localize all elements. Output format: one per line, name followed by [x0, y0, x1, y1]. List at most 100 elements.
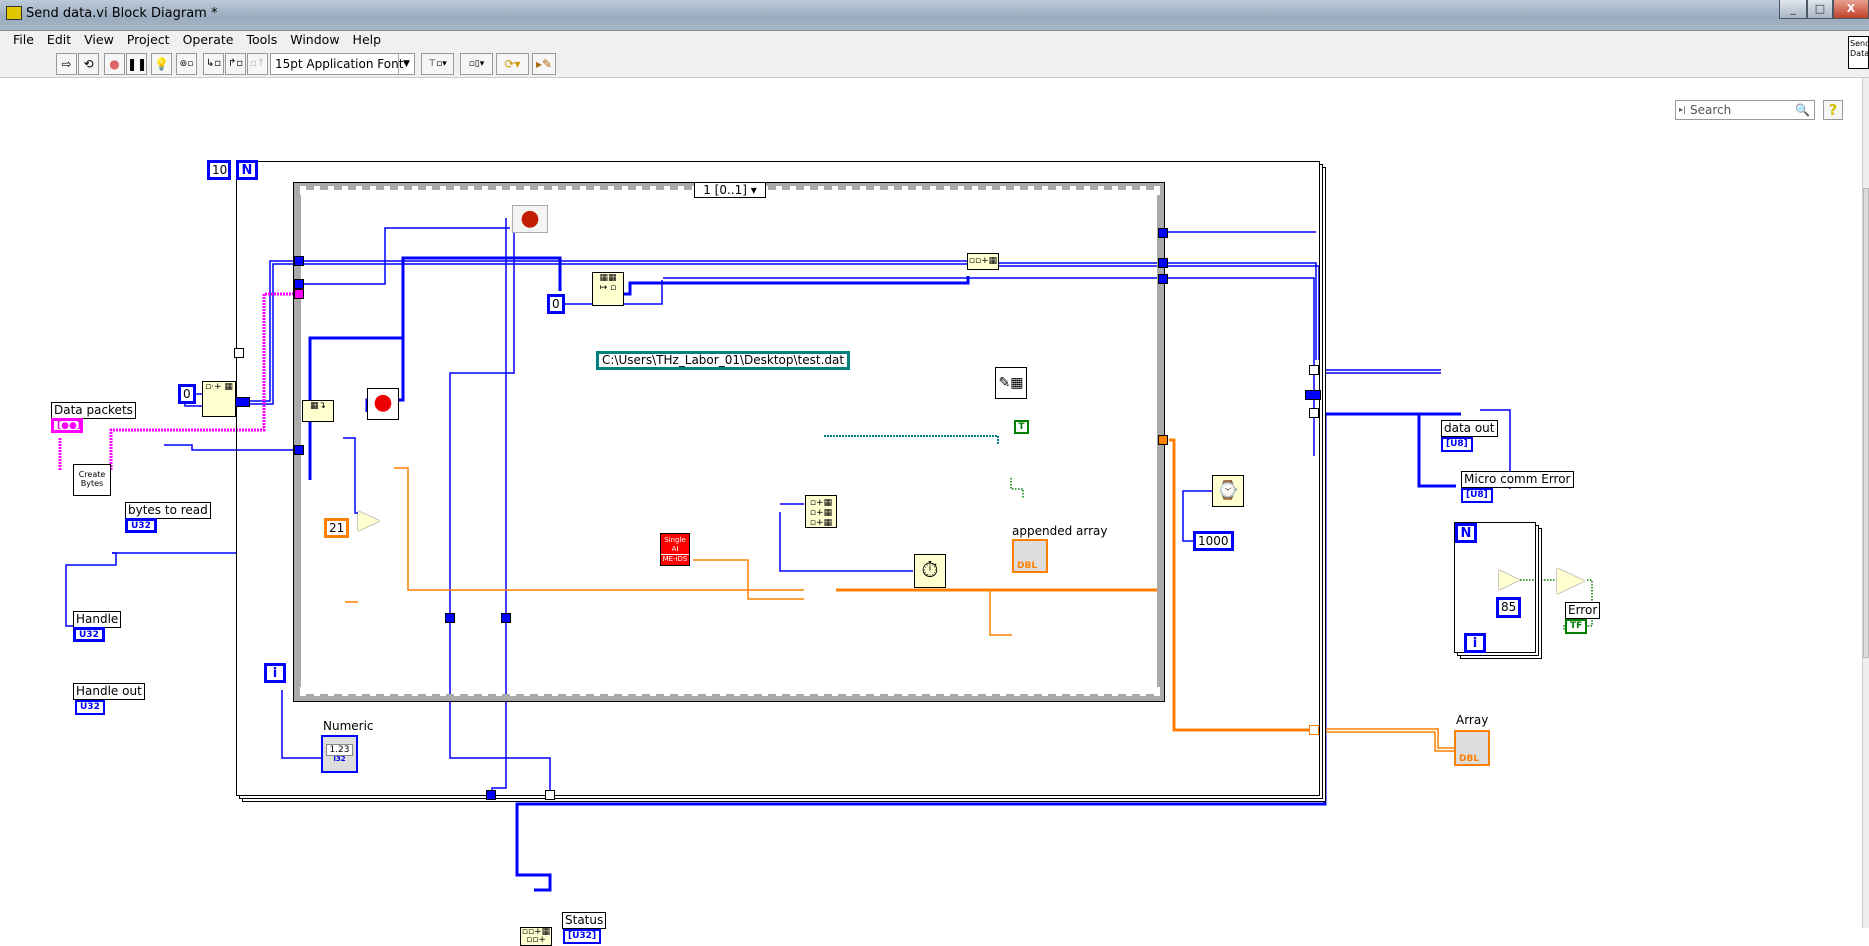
tunnel	[1158, 258, 1168, 268]
menu-view[interactable]: View	[84, 31, 114, 48]
not-equal-icon[interactable]	[358, 511, 380, 531]
sequence-selector-value: 1 [0..1]	[703, 183, 747, 197]
zero-constant[interactable]: 0	[547, 294, 565, 314]
sequence-selector[interactable]: 1 [0..1] ▾	[694, 182, 766, 198]
bytes-to-read-label: bytes to read	[125, 502, 211, 519]
highlight-execution-icon[interactable]: 💡	[151, 53, 172, 75]
data-out-label: data out	[1441, 420, 1498, 437]
sequence-frame-border-bottom	[297, 687, 1161, 696]
step-out-icon[interactable]: ▫↑	[247, 53, 268, 75]
loop-count-terminal: N	[236, 160, 258, 180]
loop-iteration-terminal: i	[264, 663, 286, 683]
data-out-indicator[interactable]: [U8]	[1441, 437, 1473, 452]
file-path-constant[interactable]: C:\Users\THz_Labor_01\Desktop\test.dat	[596, 351, 851, 370]
micro-comm-error-indicator[interactable]: [U8]	[1461, 488, 1493, 503]
numeric-label: Numeric	[323, 719, 374, 733]
chevron-down-icon: ▼	[398, 54, 414, 74]
menu-bar: File Edit View Project Operate Tools Win…	[0, 30, 1869, 48]
shift-register-right[interactable]	[1305, 390, 1321, 400]
run-arrow-icon[interactable]: ⇨	[56, 53, 77, 75]
toolbar: ⇨ ⟲ ● ❚❚ 💡 ⊚▫ ↳▫ ↱▫ ▫↑ 15pt Application …	[0, 48, 1869, 120]
close-button[interactable]: X	[1833, 0, 1869, 19]
visa-read-error-icon[interactable]: ●	[367, 388, 399, 420]
auto-index-tunnel	[1309, 408, 1319, 418]
minimize-button[interactable]: _	[1779, 0, 1807, 19]
stacked-sequence-structure[interactable]	[293, 182, 1165, 702]
pause-icon[interactable]: ❚❚	[126, 53, 147, 75]
scrollbar-thumb[interactable]	[1863, 188, 1869, 658]
menu-window[interactable]: Window	[290, 31, 339, 48]
single-ai-subvi[interactable]: Single AI ME-iDS	[660, 533, 690, 566]
error-indicator[interactable]: TF	[1565, 619, 1588, 634]
maximize-button[interactable]: □	[1807, 0, 1833, 19]
font-dropdown[interactable]: 15pt Application Font ▼	[270, 53, 415, 75]
array-indicator[interactable]: DBL	[1454, 730, 1490, 766]
distribute-objects-icon[interactable]: ▫▯▾	[460, 53, 493, 75]
tunnel	[445, 613, 455, 623]
single-ai-line3: ME-iDS	[661, 554, 689, 563]
appended-array-indicator[interactable]: DBL	[1012, 539, 1048, 573]
eighty-five-constant[interactable]: 85	[1496, 597, 1522, 618]
index-array-node[interactable]: ▫·+ ▦	[202, 381, 236, 417]
step-into-icon[interactable]: ↳▫	[203, 53, 224, 75]
vertical-scrollbar[interactable]	[1862, 78, 1869, 928]
loop-count-constant[interactable]: 10	[207, 160, 231, 180]
labview-vi-icon	[6, 6, 22, 20]
menu-help[interactable]: Help	[353, 31, 382, 48]
auto-index-tunnel	[1309, 365, 1319, 375]
handle-label: Handle	[73, 611, 122, 628]
shift-register-left[interactable]	[234, 397, 250, 407]
data-packets-control[interactable]: [●●]	[51, 418, 83, 433]
menu-file[interactable]: File	[13, 31, 34, 48]
title-bar: Send data.vi Block Diagram * _ □ X	[0, 0, 1869, 30]
vi-connector-icon[interactable]: Send Data	[1848, 36, 1869, 69]
thousand-constant[interactable]: 1000	[1193, 531, 1234, 551]
tunnel	[294, 256, 304, 266]
handle-out-indicator[interactable]: U32	[75, 700, 105, 715]
twenty-one-constant[interactable]: 21	[324, 518, 350, 538]
not-equal-icon[interactable]	[1499, 570, 1520, 590]
tick-count-clock-icon[interactable]: ⏱	[914, 554, 946, 588]
array-subset-node[interactable]: ▦↴	[302, 400, 334, 422]
align-objects-icon[interactable]: ⊤▫▾	[421, 53, 454, 75]
build-array-status-node[interactable]: ▫▫+▦ ▫▫+	[520, 927, 552, 946]
data-packets-label: Data packets	[51, 402, 136, 419]
numeric-indicator[interactable]: 1.23 I32	[321, 735, 358, 773]
bytes-to-read-control[interactable]: U32	[125, 518, 157, 533]
micro-comm-error-label: Micro comm Error	[1461, 471, 1574, 488]
error-label: Error	[1565, 602, 1601, 619]
auto-index-tunnel	[1309, 725, 1319, 735]
menu-project[interactable]: Project	[127, 31, 170, 48]
build-array-node[interactable]: ▫▫+▦	[967, 253, 999, 270]
handle-control[interactable]: U32	[73, 627, 105, 642]
true-constant[interactable]: T	[1014, 420, 1029, 434]
menu-tools[interactable]: Tools	[246, 31, 277, 48]
visa-write-icon[interactable]: ●	[512, 205, 548, 233]
write-to-spreadsheet-file-icon[interactable]: ✎▦	[995, 367, 1027, 399]
menu-operate[interactable]: Operate	[183, 31, 234, 48]
auto-index-tunnel	[545, 790, 555, 800]
menu-edit[interactable]: Edit	[47, 31, 71, 48]
abort-icon[interactable]: ●	[104, 53, 125, 75]
step-over-icon[interactable]: ↱▫	[225, 53, 246, 75]
or-array-elements-icon[interactable]	[1557, 568, 1585, 594]
array-subset-node-2[interactable]: ▦▦ ↦ ▫	[592, 272, 624, 306]
create-bytes-subvi[interactable]: Create Bytes	[73, 464, 111, 496]
single-ai-line2: AI	[671, 545, 679, 553]
tunnel	[294, 445, 304, 455]
run-continuously-icon[interactable]: ⟲	[78, 53, 99, 75]
inner-loop-count-terminal: N	[1455, 523, 1477, 543]
cleanup-diagram-icon[interactable]: ▸✎	[532, 53, 556, 75]
tunnel	[501, 613, 511, 623]
tunnel	[294, 279, 304, 289]
index-zero-constant[interactable]: 0	[178, 384, 196, 404]
retain-wire-values-icon[interactable]: ⊚▫	[176, 53, 197, 75]
block-diagram-canvas[interactable]: 10 N i 1 [0..1] ▾ Data packets [●●] Crea…	[0, 78, 1862, 946]
appended-array-label: appended array	[1012, 524, 1108, 538]
auto-index-tunnel	[234, 348, 244, 358]
inner-loop-iteration-terminal: i	[1464, 633, 1486, 653]
reorder-icon[interactable]: ⟳▾	[496, 53, 529, 75]
wait-ms-watch-icon[interactable]: ⌚	[1212, 475, 1244, 507]
build-array-node-3[interactable]: ▫+▦ ▫+▦ ▫+▦	[805, 495, 837, 528]
status-indicator[interactable]: [U32]	[563, 929, 602, 944]
